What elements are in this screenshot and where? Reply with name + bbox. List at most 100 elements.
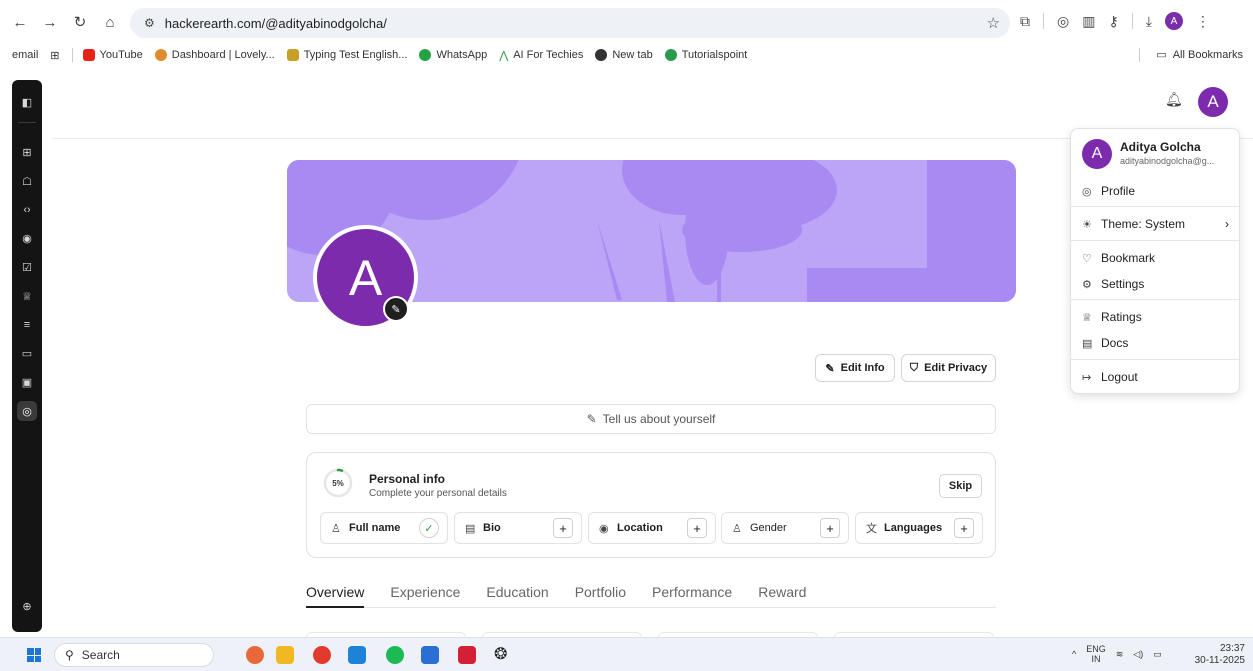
access-icon[interactable] (458, 646, 476, 664)
divider (1071, 206, 1239, 207)
url-text[interactable]: hackerearth.com/@adityabinodgolcha/ (165, 16, 387, 31)
file-explorer-icon[interactable] (276, 646, 294, 664)
heart-icon: ♡ (1082, 252, 1092, 265)
wifi-icon[interactable]: ≋ (1116, 649, 1124, 660)
outlook-icon[interactable] (421, 646, 439, 664)
menu-item-settings[interactable]: ⚙ Settings (1071, 273, 1239, 295)
download-icon[interactable]: ⤓ (1146, 13, 1152, 30)
bookmark-label: email (12, 49, 39, 61)
password-key-icon[interactable]: ⚷ (1108, 13, 1118, 30)
menu-item-label: Theme: System (1101, 217, 1186, 231)
tab-reward[interactable]: Reward (758, 582, 806, 608)
briefcase-icon[interactable]: ▭ (17, 343, 37, 363)
search-icon: ⚲ (65, 648, 74, 662)
about-yourself-button[interactable]: ✎ Tell us about yourself (306, 404, 996, 434)
tab-overview[interactable]: Overview (306, 582, 365, 608)
edit-info-button[interactable]: ✎ Edit Info (815, 354, 895, 382)
tab-performance[interactable]: Performance (652, 582, 732, 608)
all-bookmarks-button[interactable]: ▭ All Bookmarks (1156, 48, 1243, 62)
reading-mode-icon[interactable]: ▥ (1082, 13, 1095, 30)
apps-grid-icon[interactable]: ⊞ (50, 49, 59, 62)
help-icon[interactable]: ⊕ (17, 596, 37, 616)
bookmark-label: YouTube (99, 49, 143, 61)
lovely-icon (154, 49, 167, 61)
tab-education[interactable]: Education (486, 582, 548, 608)
menu-kebab-icon[interactable]: ⋮ (1196, 13, 1210, 30)
chip-bio[interactable]: ▤ Bio + (454, 512, 582, 544)
add-icon[interactable]: + (553, 518, 573, 538)
menu-item-docs[interactable]: ▤ Docs (1071, 332, 1239, 354)
menu-item-label: Ratings (1101, 310, 1142, 324)
taskbar-search-label: Search (81, 648, 120, 662)
broadcast-icon[interactable]: ◉ (17, 228, 37, 248)
bookmark-typing-test[interactable]: Typing Test English... (286, 49, 408, 61)
address-bar[interactable]: ⚙ hackerearth.com/@adityabinodgolcha/ ☆ (130, 8, 1010, 38)
tab-experience[interactable]: Experience (390, 582, 460, 608)
volume-icon[interactable]: ◁) (1133, 649, 1143, 660)
copilot-icon[interactable] (246, 646, 264, 664)
bookmark-email[interactable]: email (12, 49, 38, 61)
youtube-icon (82, 49, 95, 61)
trophy-icon[interactable]: ♕ (17, 286, 37, 306)
add-icon[interactable]: + (954, 518, 974, 538)
battery-icon[interactable]: ▭ (1153, 649, 1162, 660)
bookmark-star-icon[interactable]: ☆ (987, 14, 1000, 32)
bookmark-youtube[interactable]: YouTube (82, 49, 143, 61)
chip-full-name[interactable]: ♙ Full name ✓ (320, 512, 448, 544)
reload-icon[interactable]: ↻ (72, 13, 88, 31)
toggle-sidebar-icon[interactable]: ◧ (17, 92, 37, 112)
chevron-up-icon[interactable]: ^ (1072, 649, 1076, 659)
chrome-icon[interactable] (313, 646, 331, 664)
menu-item-ratings[interactable]: ♕ Ratings (1071, 306, 1239, 328)
bookmark-ai-for-techies[interactable]: ⋀ AI For Techies (499, 49, 583, 62)
skip-button[interactable]: Skip (939, 474, 982, 498)
add-icon[interactable]: + (820, 518, 840, 538)
back-icon[interactable]: ← (12, 14, 28, 31)
forward-icon[interactable]: → (42, 14, 58, 31)
site-info-icon[interactable]: ⚙ (144, 16, 155, 30)
menu-item-profile[interactable]: ◎ Profile (1071, 180, 1239, 202)
edit-privacy-button[interactable]: ⛉ Edit Privacy (901, 354, 996, 382)
dashboard-icon[interactable]: ⊞ (17, 142, 37, 162)
tab-portfolio[interactable]: Portfolio (575, 582, 626, 608)
vscode-icon[interactable] (348, 646, 366, 664)
add-icon[interactable]: + (687, 518, 707, 538)
menu-item-theme[interactable]: ☀ Theme: System › (1071, 213, 1239, 235)
clock[interactable]: 23:37 30-11-2025 (1195, 643, 1245, 667)
google-lens-icon[interactable]: ◎ (1057, 13, 1069, 30)
code-icon[interactable]: ‹› (17, 200, 37, 220)
bookmark-whatsapp[interactable]: WhatsApp (419, 49, 487, 61)
edit-avatar-button[interactable]: ✎ (383, 296, 409, 322)
bell-icon[interactable]: 🔔︎ (1165, 91, 1183, 108)
profile-icon[interactable]: ◎ (17, 401, 37, 421)
chip-languages[interactable]: 文 Languages + (855, 512, 983, 544)
chip-icon[interactable]: ▣ (17, 372, 37, 392)
bookmark-new-tab[interactable]: New tab (595, 49, 653, 61)
bookmark-label: Typing Test English... (303, 49, 408, 61)
language-indicator[interactable]: ENG IN (1086, 644, 1106, 664)
bookmark-dashboard[interactable]: Dashboard | Lovely... (154, 49, 275, 61)
spotify-icon[interactable] (386, 646, 404, 664)
chip-gender[interactable]: ♙ Gender + (721, 512, 849, 544)
extensions-icon[interactable]: ⧉ (1020, 13, 1030, 30)
checklist-icon[interactable]: ☑ (17, 257, 37, 277)
chip-label: Gender (750, 522, 787, 534)
chatgpt-icon[interactable]: ❂ (494, 646, 512, 664)
home-icon[interactable]: ⌂ (102, 14, 118, 31)
logout-icon: ↦ (1082, 371, 1092, 384)
user-avatar-button[interactable]: A (1198, 87, 1228, 117)
personal-info-card: 5% Personal info Complete your personal … (306, 452, 996, 558)
bookmark-tutorialspoint[interactable]: Tutorialspoint (664, 49, 747, 61)
chevron-right-icon: › (1225, 217, 1229, 231)
divider (71, 48, 73, 62)
browser-profile-avatar[interactable]: A (1164, 12, 1183, 30)
taskbar-search[interactable]: ⚲ Search (54, 643, 214, 667)
menu-item-bookmark[interactable]: ♡ Bookmark (1071, 247, 1239, 269)
chip-location[interactable]: ◉ Location + (588, 512, 716, 544)
menu-item-label: Logout (1101, 370, 1138, 384)
divider (18, 122, 36, 123)
list-icon[interactable]: ≡ (17, 315, 37, 335)
menu-item-logout[interactable]: ↦ Logout (1071, 366, 1239, 388)
learn-icon[interactable]: ☖ (17, 171, 37, 191)
windows-start-icon[interactable] (27, 648, 41, 662)
